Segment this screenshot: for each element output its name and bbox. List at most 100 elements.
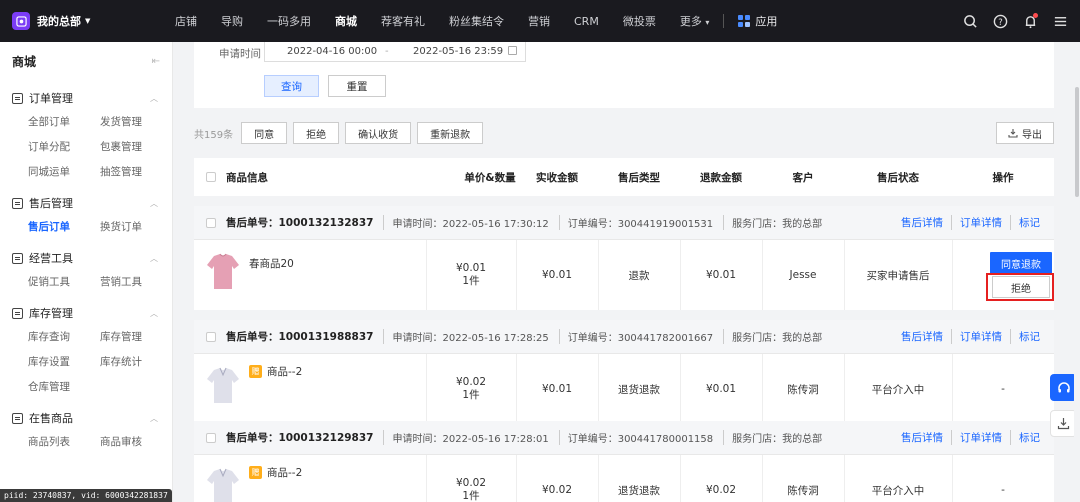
- sidebar-item-stock-query[interactable]: 库存查询: [28, 325, 100, 350]
- sidebar-item-order-assign[interactable]: 订单分配: [28, 135, 100, 160]
- sidebar-item-stock-manage[interactable]: 库存管理: [100, 325, 172, 350]
- select-all-checkbox[interactable]: [206, 172, 216, 182]
- order-row: 赠商品--2 ¥0.02 1件 ¥0.02 退货退款 ¥0.02 陈传洞 平台介入…: [194, 455, 1054, 502]
- menu-icon[interactable]: [1052, 13, 1068, 29]
- order-number: 订单编号：300441782001667: [558, 329, 713, 344]
- page-scrollbar[interactable]: [1074, 42, 1080, 502]
- notification-bell-icon[interactable]: [1022, 13, 1038, 29]
- order-checkbox[interactable]: [206, 217, 216, 228]
- search-icon[interactable]: [962, 13, 978, 29]
- sidebar-item-product-list[interactable]: 商品列表: [28, 430, 100, 455]
- after-sale-detail-link[interactable]: 售后详情: [901, 329, 943, 344]
- chevron-up-icon: ︿: [150, 93, 158, 103]
- sidebar-item-after-sales-orders[interactable]: 售后订单: [28, 215, 100, 240]
- sidebar-title-text: 商城: [12, 54, 37, 69]
- nav-store[interactable]: 店铺: [175, 13, 197, 29]
- customer-name: 陈传洞: [787, 484, 819, 497]
- header-status: 售后状态: [877, 171, 919, 184]
- sidebar-item-lottery[interactable]: 抽签管理: [100, 160, 172, 185]
- mark-link[interactable]: 标记: [1010, 329, 1040, 344]
- sidebar-group-orders: 订单管理 ︿ 全部订单 发货管理 订单分配 包裹管理 同城运单 抽签管理: [0, 80, 172, 185]
- date-start[interactable]: 2022-04-16 00:00: [287, 46, 377, 57]
- sidebar-item-stock-stats[interactable]: 库存统计: [100, 350, 172, 375]
- nav-crm[interactable]: CRM: [574, 15, 599, 28]
- bulk-confirm-receipt-button[interactable]: 确认收货: [345, 122, 412, 144]
- bulk-reject-button[interactable]: 拒绝: [293, 122, 340, 144]
- chevron-down-icon: ▾: [705, 18, 710, 27]
- bulk-re-refund-button[interactable]: 重新退款: [417, 122, 484, 144]
- product-thumbnail[interactable]: [206, 467, 240, 502]
- date-range-picker[interactable]: 2022-04-16 00:00 - 2022-05-16 23:59: [264, 42, 526, 62]
- unit-price: ¥0.02: [455, 376, 487, 388]
- order-detail-link[interactable]: 订单详情: [951, 430, 1002, 445]
- agree-refund-button[interactable]: 同意退款: [990, 252, 1052, 274]
- date-end[interactable]: 2022-05-16 23:59: [413, 46, 503, 57]
- after-sales-icon: [12, 197, 23, 209]
- brand-switcher[interactable]: 我的总部 ▼: [0, 12, 175, 30]
- sidebar-group-head[interactable]: 售后管理 ︿: [0, 191, 172, 215]
- quantity: 1件: [462, 389, 480, 401]
- after-sale-number: 售后单号：1000131988837: [226, 331, 374, 343]
- sidebar-item-stock-settings[interactable]: 库存设置: [28, 350, 100, 375]
- calendar-icon: [508, 46, 517, 55]
- product-name-wrap[interactable]: 赠商品--2: [249, 465, 302, 480]
- mark-link[interactable]: 标记: [1010, 215, 1040, 230]
- sidebar-item-marketing-tools[interactable]: 营销工具: [100, 270, 172, 295]
- sidebar-item-all-orders[interactable]: 全部订单: [28, 110, 100, 135]
- scrollbar-thumb[interactable]: [1075, 87, 1079, 197]
- sidebar-group-head[interactable]: 在售商品 ︿: [0, 406, 172, 430]
- nav-mall[interactable]: 商城: [335, 13, 357, 29]
- query-button[interactable]: 查询: [264, 75, 319, 97]
- customer-service-button[interactable]: [1050, 374, 1077, 401]
- nav-guide[interactable]: 导购: [221, 13, 243, 29]
- sidebar-item-product-review[interactable]: 商品审核: [100, 430, 172, 455]
- order-detail-link[interactable]: 订单详情: [951, 215, 1002, 230]
- sidebar-group-head[interactable]: 经营工具 ︿: [0, 246, 172, 270]
- product-thumbnail[interactable]: [206, 252, 240, 292]
- top-right-tools: ?: [948, 0, 1068, 42]
- group-title: 在售商品: [29, 412, 73, 425]
- chevron-up-icon: ︿: [150, 413, 158, 423]
- nav-fans[interactable]: 粉丝集结令: [449, 13, 504, 29]
- mark-link[interactable]: 标记: [1010, 430, 1040, 445]
- export-button[interactable]: 导出: [996, 122, 1054, 144]
- nav-referral[interactable]: 荐客有礼: [381, 13, 425, 29]
- sidebar-group-head[interactable]: 库存管理 ︿: [0, 301, 172, 325]
- help-icon[interactable]: ?: [992, 13, 1008, 29]
- bulk-agree-button[interactable]: 同意: [241, 122, 288, 144]
- product-thumbnail[interactable]: [206, 366, 240, 406]
- download-float-button[interactable]: [1050, 410, 1077, 437]
- sidebar-item-warehouse[interactable]: 仓库管理: [28, 375, 100, 400]
- filter-panel: 申请时间 2022-04-16 00:00 - 2022-05-16 23:59…: [194, 42, 1054, 108]
- sidebar-item-shipping[interactable]: 发货管理: [100, 110, 172, 135]
- nav-apps[interactable]: 应用: [738, 13, 777, 29]
- sidebar-item-local-waybill[interactable]: 同城运单: [28, 160, 100, 185]
- price-qty: ¥0.02 1件: [426, 354, 516, 424]
- nav-multi-code[interactable]: 一码多用: [267, 13, 311, 29]
- nav-marketing[interactable]: 营销: [528, 13, 550, 29]
- order-checkbox[interactable]: [206, 331, 216, 342]
- order-detail-link[interactable]: 订单详情: [951, 329, 1002, 344]
- sidebar-item-packages[interactable]: 包裹管理: [100, 135, 172, 160]
- sidebar: 商城 ⇤ 订单管理 ︿ 全部订单 发货管理 订单分配 包裹管理 同城运单 抽签管…: [0, 42, 173, 502]
- nav-more[interactable]: 更多 ▾: [680, 13, 710, 29]
- bulk-actions-bar: 共159条 同意 拒绝 确认收货 重新退款 导出: [194, 122, 1054, 144]
- notification-dot: [1033, 13, 1038, 18]
- after-sale-detail-link[interactable]: 售后详情: [901, 430, 943, 445]
- after-sale-detail-link[interactable]: 售后详情: [901, 215, 943, 230]
- service-store: 服务门店：我的总部: [723, 329, 822, 344]
- order-row: 赠商品--2 ¥0.02 1件 ¥0.01 退货退款 ¥0.01 陈传洞 平台介入…: [194, 354, 1054, 424]
- chevron-up-icon: ︿: [150, 253, 158, 263]
- reset-button[interactable]: 重置: [328, 75, 386, 97]
- header-type: 售后类型: [618, 171, 660, 184]
- sidebar-item-exchange-orders[interactable]: 换货订单: [100, 215, 172, 240]
- order-header: 售后单号：1000132129837 申请时间：2022-05-16 17:28…: [194, 421, 1054, 455]
- sidebar-item-promo-tools[interactable]: 促销工具: [28, 270, 100, 295]
- order-checkbox[interactable]: [206, 432, 216, 443]
- product-name-wrap[interactable]: 赠商品--2: [249, 364, 302, 379]
- product-name[interactable]: 春商品20: [249, 256, 294, 271]
- sidebar-group-head[interactable]: 订单管理 ︿: [0, 86, 172, 110]
- nav-vote[interactable]: 微投票: [623, 13, 656, 29]
- service-store: 服务门店：我的总部: [723, 430, 822, 445]
- collapse-sidebar-icon[interactable]: ⇤: [152, 56, 160, 67]
